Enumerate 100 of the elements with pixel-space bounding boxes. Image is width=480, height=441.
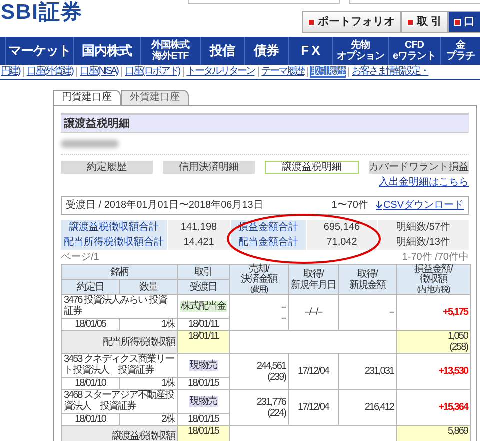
sub-nav-link[interactable]: 口座(外貨建): [26, 66, 74, 78]
view-button[interactable]: 譲渡益税明細: [265, 161, 359, 174]
nav-item[interactable]: eワラント: [392, 51, 436, 62]
column-note: (内 地方税): [416, 285, 452, 294]
column-header: 取引: [194, 266, 212, 278]
delivery-date: 18/01/11: [188, 331, 219, 342]
acquired-date: 17/12/04: [298, 402, 329, 413]
page-indicator: ページ/1: [61, 251, 100, 264]
local-tax: (258): [448, 342, 468, 353]
nav-item[interactable]: 先物: [351, 40, 370, 51]
delivery-date: 18/01/11: [188, 319, 219, 330]
profit-amount: +15,364: [438, 402, 468, 413]
column-header: 取得/ 新規年月日: [291, 268, 336, 290]
column-header: 売却/ 決済金額: [240, 265, 278, 285]
nav-item[interactable]: CFD: [404, 40, 424, 51]
nav-item[interactable]: 債券: [254, 41, 279, 61]
acquired-date: 17/12/04: [298, 366, 329, 377]
deposit-link[interactable]: 入出金明細はこちら: [379, 175, 469, 189]
trade-date: 18/01/10: [75, 414, 106, 425]
column-header: 損益金額/ 徴収額: [414, 265, 454, 285]
result-count: 1〜70件: [332, 199, 368, 213]
trade-date: 18/01/05: [75, 319, 106, 330]
csv-download-link[interactable]: CSVダウンロード: [383, 198, 464, 213]
acquired-amount: 216,412: [364, 402, 394, 413]
view-button[interactable]: カバードワラント損益: [369, 161, 469, 174]
column-note: (費用): [249, 285, 270, 294]
sub-nav-link[interactable]: 口座(ロボアド): [124, 66, 181, 78]
summary-value: 14,421: [168, 235, 230, 250]
header-tab[interactable]: ポートフォリオ: [302, 11, 401, 33]
header-tab[interactable]: 口: [448, 11, 480, 33]
summary-label: 配当所得税徴収額合計: [61, 235, 167, 250]
quantity: 2株: [161, 414, 175, 425]
sub-nav-link[interactable]: テーマ履歴: [260, 66, 306, 78]
nav-item[interactable]: マーケット: [8, 41, 71, 61]
profit-amount: +13,530: [438, 366, 468, 377]
summary-label: 譲渡益税徴収額合計: [61, 220, 167, 235]
nav-item[interactable]: プラチ: [446, 51, 475, 62]
view-button[interactable]: 信用決済明細: [163, 161, 255, 174]
nav-item[interactable]: 外国株式: [152, 40, 190, 51]
page-range: 1-70件 /70件中: [402, 251, 469, 264]
square-icon: [407, 18, 414, 26]
column-header: 受渡日: [190, 282, 217, 292]
sale-amount: 244,561: [256, 360, 286, 372]
blurred-area: [61, 140, 119, 148]
stock-name: 3476 投資法人みらい 投資証券: [64, 295, 168, 317]
sale-amount: 231,776: [256, 396, 286, 408]
square-icon: [454, 18, 462, 26]
fee: (224): [266, 408, 286, 418]
sub-nav-link[interactable]: 円建): [0, 66, 21, 78]
fee: (239): [266, 372, 286, 382]
view-button[interactable]: 約定履歴: [61, 161, 153, 174]
sale-amount: --: [280, 302, 286, 312]
section-header: 譲渡益税明細: [61, 113, 469, 133]
column-header: 数量: [140, 282, 158, 292]
trade-date: 18/01/10: [75, 378, 106, 389]
summary-value: 141,198: [168, 220, 230, 235]
column-header: 取得/ 新規金額: [350, 268, 386, 290]
nav-item[interactable]: オプション: [336, 51, 384, 62]
account-tab[interactable]: 外貨建口座: [121, 90, 189, 105]
date-range: 受渡日 / 2018年01月01日〜2018年06月13日: [66, 198, 264, 213]
tax-label: 譲渡益税徴収額: [112, 431, 175, 441]
trade-type: 現物売: [189, 396, 218, 407]
account-tab[interactable]: 円貨建口座: [53, 90, 121, 105]
detail-count: 明細数/13件: [378, 235, 469, 250]
sub-nav-link[interactable]: トータルリターン: [186, 66, 256, 78]
profit-amount: +5,175: [443, 307, 468, 318]
download-icon: [376, 201, 382, 210]
quantity: 1株: [161, 378, 175, 389]
nav-item[interactable]: 投信: [210, 41, 235, 61]
stock-name: 3468 スターアジア不動産投資法人 投資証券: [64, 390, 175, 412]
fee: --: [280, 312, 286, 324]
summary-value: 695,146: [307, 220, 377, 235]
nav-item[interactable]: 国内株式: [82, 41, 132, 61]
summary-value: 71,042: [307, 235, 377, 250]
acquired-amount: --: [389, 307, 394, 318]
delivery-date: 18/01/15: [188, 414, 219, 425]
summary-label: 配当金額合計: [231, 235, 306, 250]
tax-amount: 5,869: [446, 426, 468, 437]
square-icon: [308, 18, 315, 26]
column-header: 約定日: [77, 282, 104, 292]
acquired-date: --/--/--: [304, 307, 322, 318]
stock-name: 3453 クネディクス商業リート投資法人 投資証券: [64, 354, 175, 376]
quantity: 1株: [161, 319, 175, 330]
sub-nav-link[interactable]: お客さま情報設定・: [351, 66, 430, 78]
column-header: 銘柄: [110, 266, 128, 278]
trade-type: 株式配当金: [180, 301, 227, 312]
acquired-amount: 231,031: [364, 366, 394, 377]
header-tab[interactable]: 取 引: [401, 11, 448, 33]
delivery-date: 18/01/15: [188, 378, 219, 389]
sub-nav-link[interactable]: 取引履歴: [310, 66, 346, 78]
nav-item[interactable]: F X: [301, 41, 320, 61]
nav-item[interactable]: 金: [456, 40, 466, 51]
delivery-date: 18/01/15: [188, 426, 219, 437]
nav-item[interactable]: 海外ETF: [152, 51, 189, 62]
detail-count: 明細数/57件: [378, 220, 469, 235]
logo[interactable]: SBI証券: [1, 0, 84, 28]
sub-nav-link[interactable]: 口座(NISA): [79, 66, 120, 78]
trade-type: 現物売: [189, 360, 218, 371]
tax-amount: 1,050: [446, 331, 468, 342]
tax-label: 配当所得税徴収額: [103, 336, 175, 348]
